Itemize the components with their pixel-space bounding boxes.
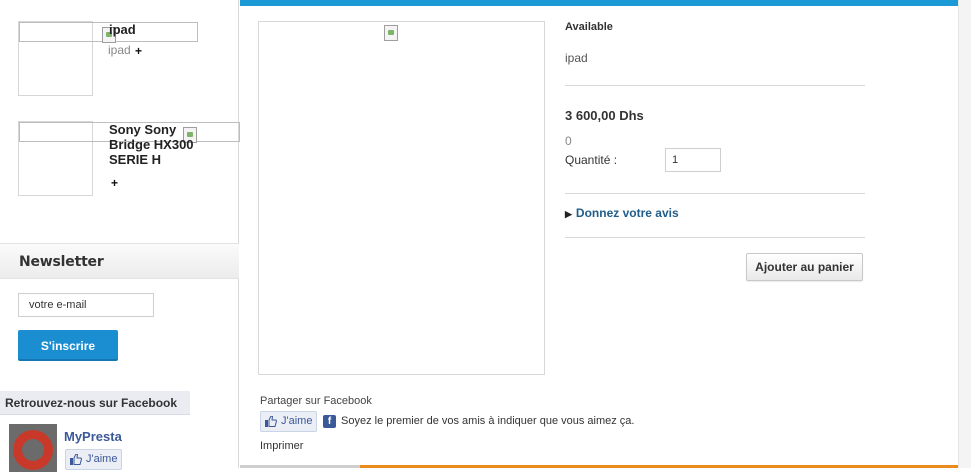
top-accent-bar	[240, 0, 958, 6]
divider	[565, 237, 865, 238]
thumbs-up-icon	[70, 454, 82, 465]
product-main-image[interactable]	[258, 21, 545, 375]
newsletter-title: Newsletter	[19, 254, 104, 270]
sidebar-product-description: ipad	[108, 43, 131, 57]
write-review-link[interactable]: ▶ Donnez votre avis	[565, 206, 679, 220]
thumbs-up-icon	[265, 416, 277, 427]
newsletter-header: Newsletter	[0, 243, 239, 279]
facebook-page-name[interactable]: MyPresta	[64, 429, 122, 444]
facebook-widget-header: Retrouvez-nous sur Facebook	[0, 391, 190, 415]
right-edge-panel	[958, 0, 971, 468]
review-link-label: Donnez votre avis	[575, 206, 679, 220]
triangle-right-icon: ▶	[565, 209, 572, 219]
facebook-page-avatar[interactable]	[9, 424, 57, 472]
sidebar-product-title[interactable]: Sony Sony Bridge HX300 SERIE H	[109, 122, 209, 167]
left-column: ipad ipad + Sony Sony Bridge HX300 SERIE…	[0, 0, 240, 472]
quantity-input[interactable]	[665, 148, 721, 172]
add-product-icon[interactable]: +	[135, 44, 142, 58]
subscribe-button[interactable]: S'inscrire	[18, 330, 118, 361]
facebook-like-button[interactable]: J'aime	[260, 411, 318, 432]
facebook-widget-title: Retrouvez-nous sur Facebook	[5, 396, 178, 410]
add-product-icon[interactable]: +	[111, 176, 118, 190]
product-price: 3 600,00 Dhs	[565, 108, 644, 123]
product-short-description: ipad	[565, 51, 588, 65]
print-link[interactable]: Imprimer	[260, 440, 303, 452]
share-facebook-link[interactable]: Partager sur Facebook	[260, 395, 372, 407]
divider	[565, 85, 865, 86]
divider	[565, 193, 865, 194]
quantity-label: Quantité :	[565, 153, 618, 167]
like-label: J'aime	[281, 415, 313, 427]
facebook-social-text: Soyez le premier de vos amis à indiquer …	[341, 415, 635, 427]
sidebar-product-title[interactable]: ipad	[109, 22, 136, 37]
product-reference: 0	[565, 134, 572, 148]
newsletter-email-input[interactable]	[18, 293, 154, 317]
availability-status: Available	[565, 21, 613, 33]
broken-image-icon	[384, 25, 398, 41]
facebook-like-button[interactable]: J'aime	[65, 449, 123, 470]
facebook-icon: f	[323, 415, 336, 428]
like-label: J'aime	[86, 453, 118, 465]
add-to-cart-button[interactable]: Ajouter au panier	[746, 253, 863, 281]
